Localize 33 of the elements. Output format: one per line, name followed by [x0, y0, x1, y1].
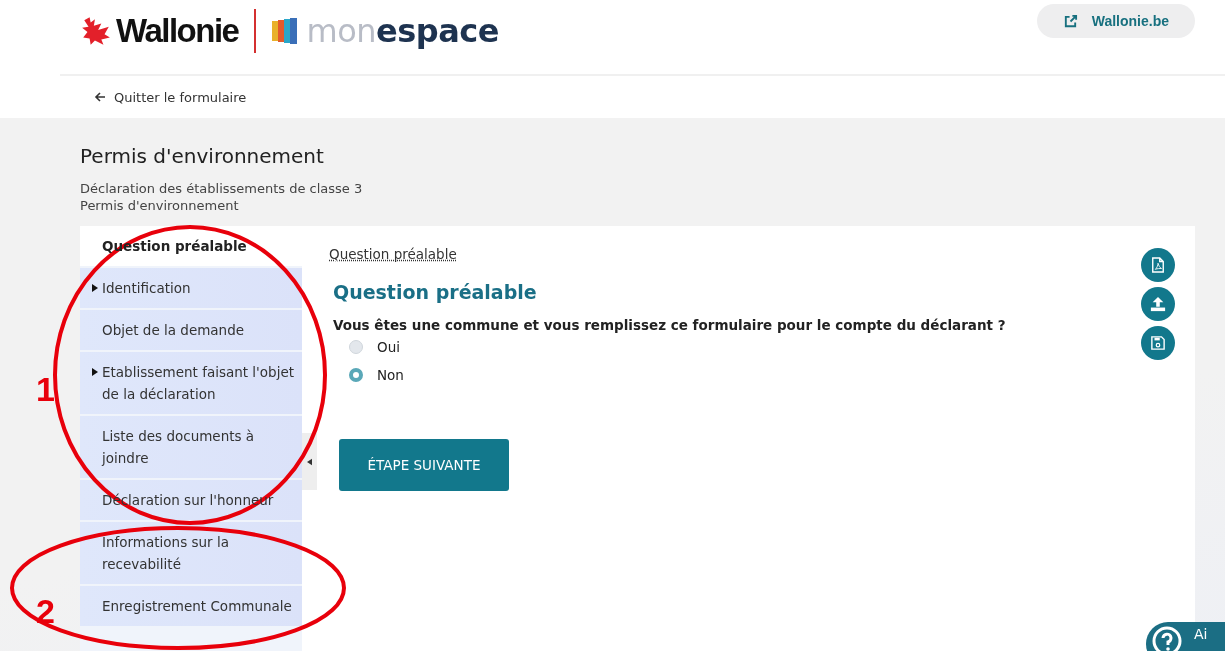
sidebar-item[interactable]: Liste des documents à joindre	[80, 416, 302, 478]
question-mark-icon	[1152, 626, 1182, 651]
form-subtitle: Déclaration des établissements de classe 3	[80, 180, 364, 197]
external-link-icon	[1062, 13, 1078, 29]
sidebar-item[interactable]: Enregistrement Communale	[80, 586, 302, 626]
form-subtitle: Permis d'environnement	[80, 197, 240, 214]
sidebar-item[interactable]: Objet de la demande	[80, 310, 302, 350]
next-step-button[interactable]: ÉTAPE SUIVANTE	[339, 439, 509, 491]
save-button[interactable]	[1141, 326, 1175, 360]
radio-button[interactable]	[349, 368, 363, 382]
radio-option[interactable]: Non	[349, 367, 404, 383]
radio-option[interactable]: Oui	[349, 339, 400, 355]
logo-text: Wallonie	[116, 12, 239, 50]
breadcrumb-link[interactable]: Question préalable	[329, 246, 457, 262]
question-text: Vous êtes une commune et vous remplissez ce formulaire pour le compte du déclarant ?	[333, 317, 1007, 333]
pdf-file-button[interactable]	[1141, 248, 1175, 282]
sidebar-item[interactable]: Identification	[80, 268, 302, 308]
form-title: Permis d'environnement	[80, 144, 325, 168]
sidebar-item[interactable]: Etablissement faisant l'objet de la déclaration	[80, 352, 302, 414]
annotation-number: 1	[36, 372, 55, 406]
external-link-button[interactable]: Wallonie.be	[1036, 4, 1195, 38]
upload-button[interactable]	[1141, 287, 1175, 321]
section-heading: Question préalable	[333, 281, 538, 303]
help-button[interactable]: Ai	[1146, 622, 1225, 651]
caret-icon	[307, 457, 312, 466]
bars-logo-icon	[272, 18, 299, 44]
arrow-left-icon	[94, 91, 106, 103]
pdf-file-icon	[1151, 257, 1165, 273]
brand-text: monespace	[306, 12, 499, 50]
upload-icon	[1150, 296, 1166, 312]
sidebar-item[interactable]: Informations sur la recevabilité	[80, 522, 302, 584]
back-link[interactable]: Quitter le formulaire	[94, 89, 247, 105]
radio-button[interactable]	[349, 340, 363, 354]
